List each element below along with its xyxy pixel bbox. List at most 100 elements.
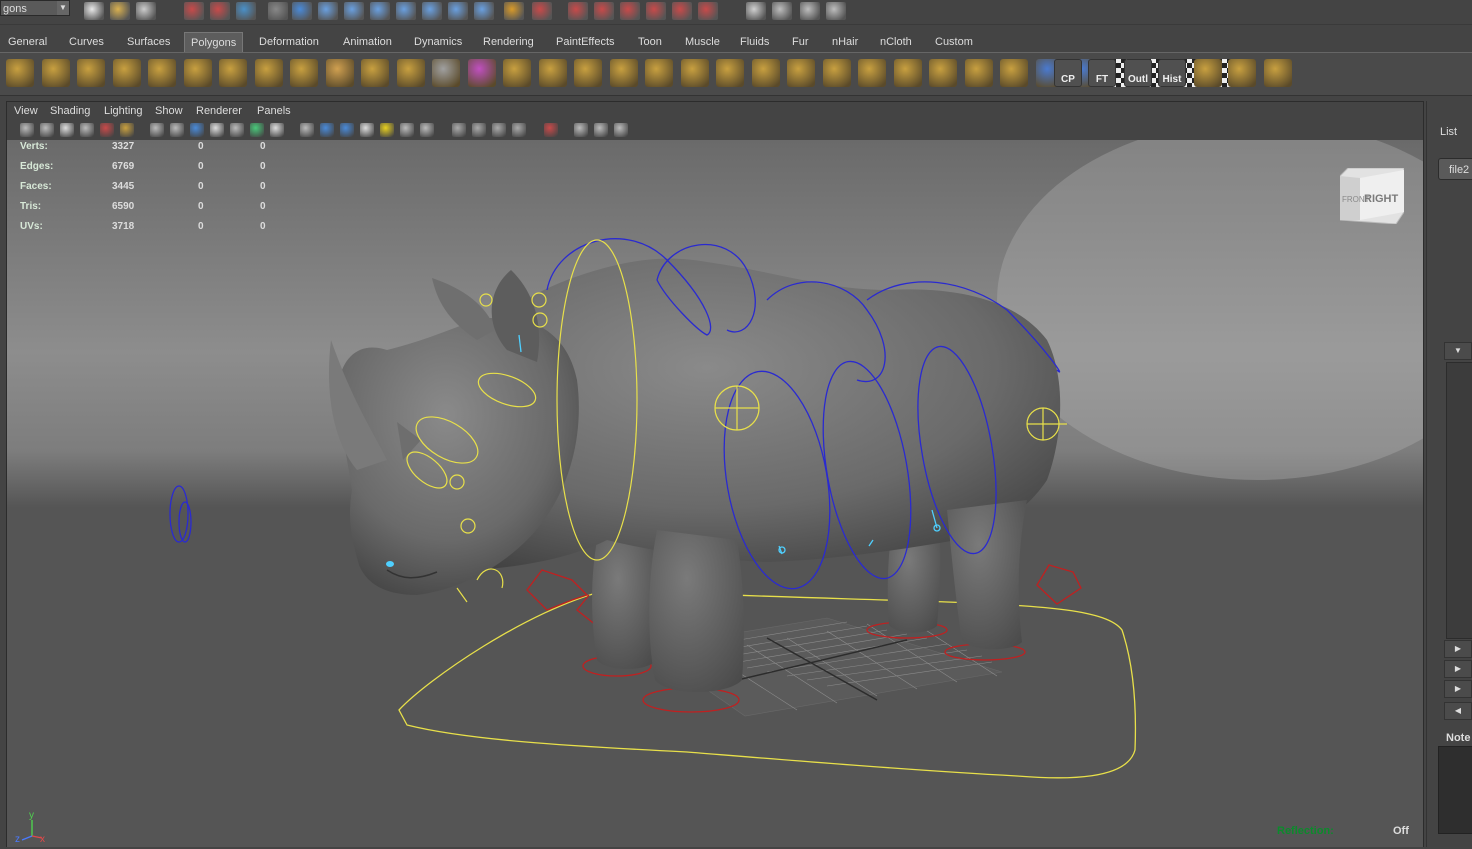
construction-icon[interactable] [448,2,468,20]
filter-menu-icon[interactable] [268,2,288,20]
render-settings-icon[interactable] [826,2,846,20]
camera-attributes-icon[interactable] [20,123,34,137]
grid-icon[interactable] [150,123,164,137]
panel-menu-renderer[interactable]: Renderer [196,103,242,119]
shelf-tab-ncloth[interactable]: nCloth [874,32,918,52]
magnet-icon[interactable] [646,2,666,20]
snap-grid-icon[interactable] [292,2,312,20]
bookmark-icon[interactable] [40,123,54,137]
poke-icon[interactable] [929,59,957,87]
extrude-icon[interactable] [574,59,602,87]
perspective-viewport[interactable] [7,140,1423,847]
xray-components-icon[interactable] [492,123,506,137]
bounding-box-icon[interactable] [594,123,608,137]
film-gate-icon[interactable] [170,123,184,137]
collapse-icon[interactable] [858,59,886,87]
isolate-icon[interactable] [512,123,526,137]
new-scene-icon[interactable] [84,2,104,20]
shelf-tab-painteffects[interactable]: PaintEffects [550,32,621,52]
wireframe-on-shaded-icon[interactable] [574,123,588,137]
ipr-render-icon[interactable] [800,2,820,20]
select-icon[interactable] [532,2,552,20]
field-chart-icon[interactable] [230,123,244,137]
scroll-left-icon[interactable]: ◀ [1444,702,1472,720]
poly-soccer-icon[interactable] [290,59,318,87]
transfer-attributes-icon[interactable] [1194,59,1222,87]
mirror-icon[interactable] [503,59,531,87]
ft-shelf-button[interactable]: FT [1088,59,1116,87]
magnet-icon[interactable] [698,2,718,20]
bridge-icon[interactable] [609,59,638,87]
separate-icon[interactable] [361,59,389,87]
image-plane-icon[interactable] [60,123,74,137]
shelf-tab-curves[interactable]: Curves [63,32,110,52]
safe-title-icon[interactable] [270,123,284,137]
paint-weights-icon[interactable] [1228,59,1256,87]
notes-field[interactable] [1438,746,1472,834]
shelf-tab-muscle[interactable]: Muscle [679,32,726,52]
panel-menu-shading[interactable]: Shading [50,103,90,119]
split-icon[interactable] [680,59,709,87]
snap-point-icon[interactable] [344,2,364,20]
expand-arrow-icon[interactable]: ▶ [1444,660,1472,678]
smooth-shade-icon[interactable] [320,123,334,137]
panel-menu-lighting[interactable]: Lighting [104,103,143,119]
poly-plane-icon[interactable] [148,59,176,87]
shelf-tab-polygons[interactable]: Polygons [184,32,244,52]
snap-surface-icon[interactable] [396,2,416,20]
shelf-tab-custom[interactable]: Custom [929,32,979,52]
shelf-tab-rendering[interactable]: Rendering [477,32,540,52]
textures-icon[interactable] [360,123,374,137]
open-scene-icon[interactable] [110,2,130,20]
cp-shelf-button[interactable]: CP [1054,59,1082,87]
help-icon[interactable] [474,2,494,20]
shelf-tab-deformation[interactable]: Deformation [253,32,325,52]
rhino-model[interactable] [328,258,1061,692]
panel-menu-show[interactable]: Show [155,103,183,119]
wedge-icon[interactable] [964,59,993,87]
select-hierarchy-icon[interactable] [184,2,204,20]
shelf-tab-surfaces[interactable]: Surfaces [121,32,176,52]
list-menu[interactable]: List [1440,126,1457,138]
highlight-icon[interactable] [544,123,558,137]
menu-set-selector[interactable]: gons ▼ [0,0,70,16]
snap-curve-icon[interactable] [318,2,338,20]
file-node-tab[interactable]: file2 [1438,158,1472,180]
history-icon[interactable] [422,2,442,20]
smooth-icon[interactable] [432,59,460,87]
shelf-tab-fluids[interactable]: Fluids [734,32,775,52]
offset-edge-loop-icon[interactable] [751,59,780,87]
poly-pyramid-icon[interactable] [219,59,247,87]
render-view-icon[interactable] [746,2,766,20]
flip-icon[interactable] [1000,59,1028,87]
shadows-icon[interactable] [400,123,414,137]
two-d-pan-icon[interactable] [80,123,94,137]
poly-cube-icon[interactable] [41,59,70,87]
lights-icon[interactable] [380,123,394,137]
magnet-icon[interactable] [620,2,640,20]
view-cube[interactable]: FRONT RIGHT [1339,167,1405,225]
magnet-icon[interactable] [594,2,614,20]
shelf-tab-dynamics[interactable]: Dynamics [408,32,468,52]
panel-menu-panels[interactable]: Panels [257,103,291,119]
combine-icon[interactable] [325,59,354,87]
hist-shelf-button[interactable]: Hist [1158,59,1186,87]
select-component-icon[interactable] [236,2,256,20]
panel-menu-view[interactable]: View [14,103,38,119]
magnet-icon[interactable] [568,2,588,20]
safe-action-icon[interactable] [250,123,264,137]
chevron-down-icon[interactable]: ▼ [57,1,69,15]
shelf-tab-fur[interactable]: Fur [786,32,815,52]
share-icon[interactable] [614,123,628,137]
select-camera-icon[interactable] [120,123,134,137]
lock-icon[interactable] [504,2,524,20]
wireframe-icon[interactable] [300,123,314,137]
merge-icon[interactable] [822,59,851,87]
shelf-tab-nhair[interactable]: nHair [826,32,864,52]
poly-torus-icon[interactable] [183,59,212,87]
poly-cone-icon[interactable] [112,59,141,87]
append-icon[interactable] [645,59,673,87]
save-scene-icon[interactable] [136,2,156,20]
extract-icon[interactable] [396,59,425,87]
grease-pencil-icon[interactable] [100,123,114,137]
